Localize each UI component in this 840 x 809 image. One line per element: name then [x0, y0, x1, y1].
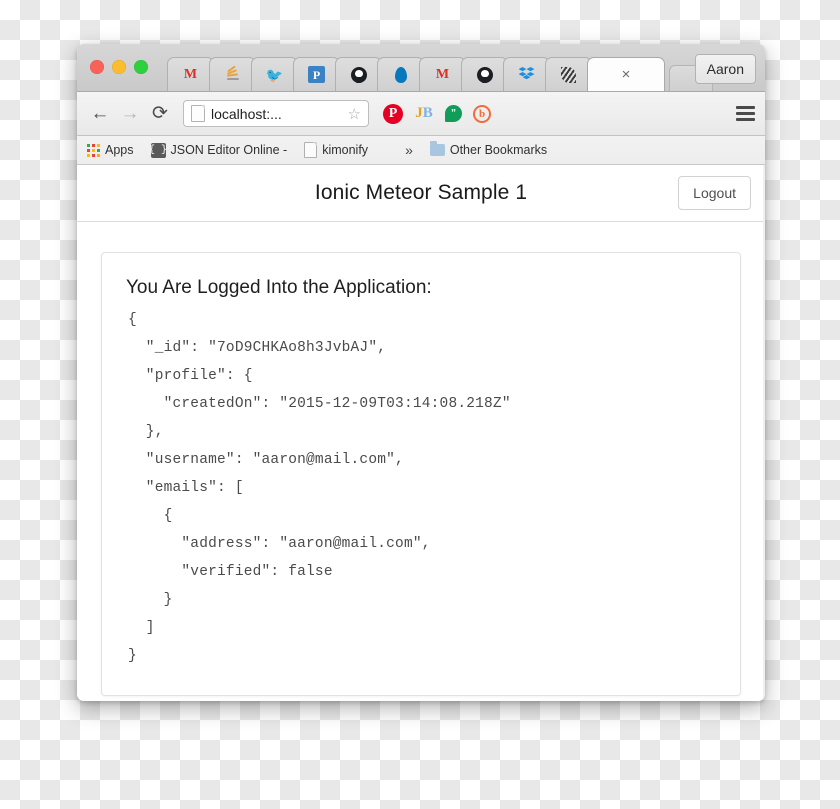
bookmark-json-editor-online[interactable]: { } JSON Editor Online - — [149, 142, 288, 158]
stackoverflow-favicon — [224, 65, 242, 84]
bookmark-other-bookmarks[interactable]: Other Bookmarks — [429, 141, 548, 157]
tab-gmail-2[interactable]: M — [419, 57, 466, 91]
jsbin-extension-icon[interactable]: JB — [414, 104, 434, 124]
tab-list: M 🐦 P M × — [167, 52, 713, 91]
extension-icons: P JB ” b — [383, 103, 491, 124]
address-bar[interactable]: localhost:... ☆ — [183, 100, 369, 127]
bookmarks-overflow-icon[interactable]: » — [405, 142, 413, 158]
striped-favicon — [560, 66, 578, 84]
json-editor-icon: { } — [149, 142, 168, 158]
user-json-output: { "_id": "7oD9CHKAo8h3JvbAJ", "profile":… — [128, 312, 511, 664]
browser-toolbar: ← → ⟳ localhost:... ☆ P JB ” b — [77, 92, 765, 136]
github-favicon — [476, 66, 494, 84]
bookmark-label: JSON Editor Online - — [170, 143, 288, 157]
url-text[interactable]: localhost:... — [211, 106, 348, 122]
logout-button[interactable]: Logout — [678, 176, 751, 210]
page-viewport: Ionic Meteor Sample 1 Logout You Are Log… — [77, 165, 765, 701]
bookmark-apps-label: Apps — [105, 143, 134, 157]
close-icon[interactable]: × — [622, 67, 631, 82]
twitter-favicon: 🐦 — [265, 66, 284, 83]
bookmark-apps[interactable]: Apps — [87, 143, 134, 157]
tab-github-2[interactable] — [461, 57, 508, 91]
bookmarks-bar: Apps { } JSON Editor Online - kimonify »… — [77, 136, 765, 165]
document-icon — [304, 142, 318, 158]
buffer-extension-icon[interactable]: b — [473, 104, 491, 123]
hangouts-extension-icon[interactable]: ” — [445, 105, 462, 122]
tab-github-1[interactable] — [335, 57, 382, 91]
tab-twitter[interactable]: 🐦 — [251, 57, 298, 91]
page-scrollbar[interactable] — [763, 165, 765, 701]
forward-icon: → — [120, 102, 140, 124]
tab-stackoverflow[interactable] — [209, 57, 256, 91]
tab-gmail-1[interactable]: M — [167, 57, 214, 91]
window-controls — [90, 60, 148, 74]
gmail-favicon: M — [183, 66, 198, 82]
close-window-button[interactable] — [90, 60, 104, 74]
github-favicon — [350, 66, 368, 84]
other-bookmarks-label: Other Bookmarks — [449, 143, 548, 157]
content-area: You Are Logged Into the Application: { "… — [77, 222, 765, 696]
pivotal-tracker-favicon: P — [308, 66, 326, 84]
gmail-favicon: M — [435, 66, 450, 82]
apps-grid-icon — [87, 143, 100, 157]
tab-dropbox[interactable] — [503, 57, 550, 91]
tab-drupal[interactable] — [377, 57, 424, 91]
browser-window: M 🐦 P M × Aaron ← → ⟳ localhost:... ☆ P … — [77, 44, 765, 701]
page-title: Ionic Meteor Sample 1 — [314, 181, 528, 204]
profile-button[interactable]: Aaron — [694, 54, 756, 84]
back-icon[interactable]: ← — [87, 101, 113, 127]
tab-striped[interactable] — [545, 57, 592, 91]
bookmark-kimonify[interactable]: kimonify — [304, 142, 368, 158]
page-document-icon — [191, 105, 205, 122]
tab-active-localhost[interactable]: × — [587, 57, 665, 91]
folder-icon — [429, 141, 445, 156]
zoom-window-button[interactable] — [134, 60, 148, 74]
user-info-card: You Are Logged Into the Application: { "… — [101, 252, 741, 696]
dropbox-favicon — [518, 66, 536, 84]
reload-icon[interactable]: ⟳ — [147, 101, 173, 127]
drupal-favicon — [392, 66, 410, 84]
app-header: Ionic Meteor Sample 1 Logout — [77, 165, 765, 222]
tab-pivotal-tracker[interactable]: P — [293, 57, 340, 91]
chrome-menu-icon[interactable] — [736, 106, 755, 121]
bookmark-star-icon[interactable]: ☆ — [348, 105, 361, 123]
bookmark-label: kimonify — [322, 143, 369, 157]
profile-label: Aaron — [706, 61, 744, 77]
logged-in-heading: You Are Logged Into the Application: — [126, 277, 432, 298]
tab-strip: M 🐦 P M × Aaron — [77, 44, 765, 92]
pinterest-extension-icon[interactable]: P — [383, 103, 403, 124]
minimize-window-button[interactable] — [112, 60, 126, 74]
